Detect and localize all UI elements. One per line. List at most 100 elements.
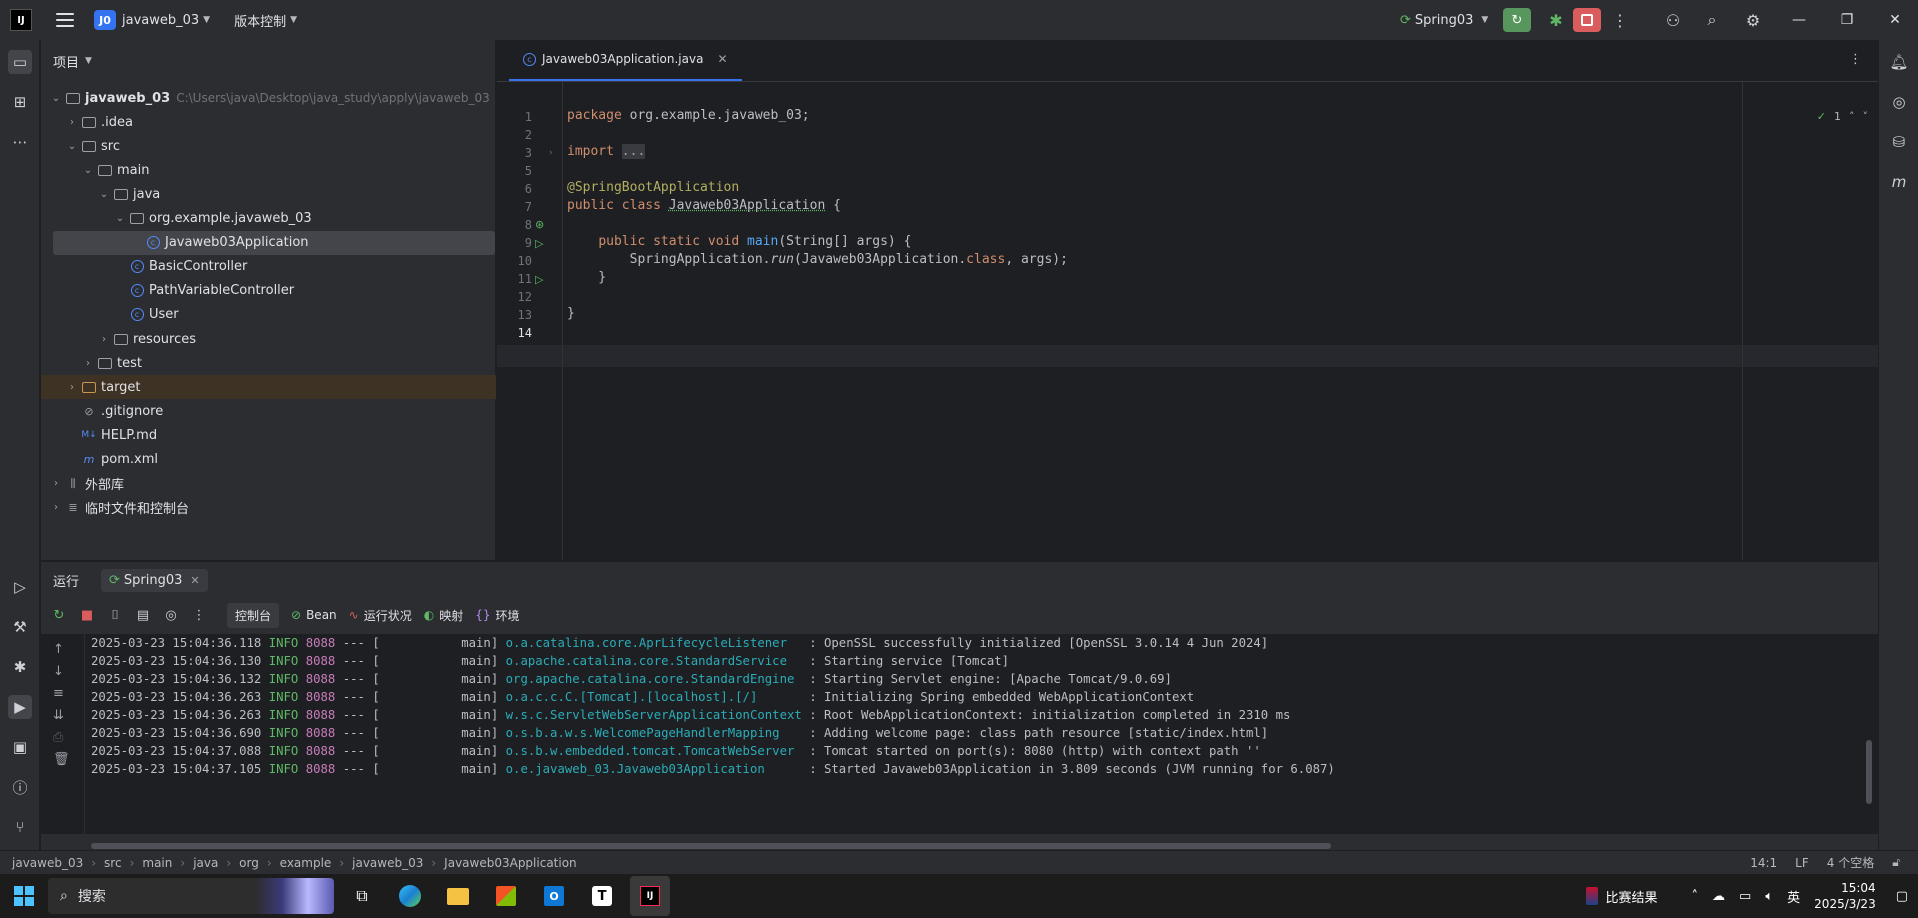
rerun-icon[interactable]: ↻	[51, 608, 67, 623]
database-icon[interactable]: ⛁	[1887, 130, 1911, 154]
tree-item[interactable]: c PathVariableController	[41, 279, 496, 303]
chevron-down-icon[interactable]: ⌄	[65, 141, 79, 152]
structure-icon[interactable]: ⊞	[8, 90, 32, 114]
run-config-selector[interactable]: ⟳ Spring03 ▼	[1400, 0, 1488, 40]
close-tab-icon[interactable]: ✕	[190, 574, 199, 587]
tree-item[interactable]: ⌄ javaweb_03 C:\Users\java\Desktop\java_st…	[41, 86, 496, 110]
tree-item[interactable]: ⌄ java	[41, 182, 496, 206]
volume-icon[interactable]: 🔈︎	[1765, 889, 1773, 904]
notifications-bell-icon[interactable]: 🔔︎	[1887, 50, 1911, 74]
log-line[interactable]: 2025-03-23 15:04:36.690 INFO 8088 --- [ …	[91, 726, 1268, 740]
inspection-widget[interactable]: ✓ 1 ˄ ˅	[1817, 110, 1868, 123]
code-line[interactable]: public static void main(String[] args) {	[567, 234, 911, 249]
run-config-tab[interactable]: ⟳ Spring03 ✕	[101, 568, 208, 592]
log-line[interactable]: 2025-03-23 15:04:37.105 INFO 8088 --- [ …	[91, 762, 1335, 776]
maven-icon[interactable]: m	[1887, 170, 1911, 194]
breadcrumb-item[interactable]: org	[239, 856, 259, 870]
git-branch-icon[interactable]: ⑂	[8, 815, 32, 839]
console-output[interactable]: 2025-03-23 15:04:36.118 INFO 8088 --- [ …	[85, 634, 1878, 834]
outlook-icon[interactable]: O	[534, 876, 574, 916]
intellij-taskbar-icon[interactable]: IJ	[630, 876, 670, 916]
breadcrumb-item[interactable]: src	[104, 856, 122, 870]
project-folder-icon[interactable]: ▭	[8, 50, 32, 74]
file-explorer-icon[interactable]	[438, 876, 478, 916]
layout-icon[interactable]: ◎	[163, 608, 179, 623]
debug-button[interactable]: ✱	[1544, 8, 1568, 32]
breadcrumb-item[interactable]: java	[193, 856, 218, 870]
tree-item[interactable]: c Javaweb03Application	[53, 230, 495, 255]
more-actions-icon[interactable]: ⋮	[1608, 8, 1632, 32]
log-line[interactable]: 2025-03-23 15:04:36.263 INFO 8088 --- [ …	[91, 708, 1290, 722]
fold-chevron-icon[interactable]: ›	[549, 148, 553, 158]
tree-item[interactable]: ⌄ org.example.javaweb_03	[41, 207, 496, 231]
clock[interactable]: 15:04 2025/3/23	[1814, 880, 1876, 912]
run-gutter-icon[interactable]: ▷	[535, 237, 543, 250]
code-line[interactable]: import ...	[567, 144, 646, 159]
chevron-up-icon[interactable]: ˄	[1849, 110, 1855, 123]
code-line[interactable]: SpringApplication.run(Javaweb03Applicati…	[567, 252, 1068, 267]
breadcrumb-item[interactable]: Javaweb03Application	[444, 856, 576, 870]
start-button[interactable]	[0, 874, 48, 918]
tree-item[interactable]: › resources	[41, 327, 496, 351]
project-selector[interactable]: J0 javaweb_03 ▼	[74, 0, 210, 40]
dump-threads-icon[interactable]: ▤	[135, 608, 151, 623]
tree-item[interactable]: › ≣ 临时文件和控制台	[41, 496, 496, 520]
run-icon[interactable]: ▶	[8, 695, 32, 719]
restore-button[interactable]: ❐	[1824, 0, 1870, 40]
tree-item[interactable]: c BasicController	[41, 255, 496, 279]
stop-button[interactable]	[1573, 8, 1601, 32]
vcs-menu[interactable]: 版本控制 ▼	[228, 0, 297, 40]
lock-icon[interactable]: 🔓︎	[1892, 855, 1900, 870]
tab-more-icon[interactable]: ⋮	[1849, 52, 1862, 67]
indent-setting[interactable]: 4 个空格	[1827, 854, 1874, 871]
bean-tab[interactable]: ⊘ Bean	[291, 608, 337, 622]
tree-item[interactable]: ⌄ src	[41, 134, 496, 158]
run-tab[interactable]: 运行	[53, 571, 79, 590]
chevron-right-icon[interactable]: ›	[81, 358, 95, 369]
vertical-scrollbar[interactable]	[1866, 740, 1872, 804]
code-line[interactable]: @SpringBootApplication	[567, 180, 739, 195]
more-tools-icon[interactable]: ⋯	[8, 130, 32, 154]
network-icon[interactable]: ☁	[1712, 889, 1725, 904]
tree-item[interactable]: ⊘ .gitignore	[41, 399, 496, 423]
horizontal-scrollbar[interactable]	[91, 843, 1331, 849]
code-line[interactable]: public class Javaweb03Application {	[567, 198, 841, 213]
code-line[interactable]: }	[567, 306, 575, 321]
tree-item[interactable]: › target	[41, 375, 496, 400]
env-tab[interactable]: {} 环境	[475, 607, 519, 624]
tree-item[interactable]: c User	[41, 303, 496, 327]
store-icon[interactable]	[486, 876, 526, 916]
console-tab[interactable]: 控制台	[227, 602, 280, 628]
spring-bean-gutter-icon[interactable]: ⊛	[535, 218, 544, 231]
project-panel-header[interactable]: 项目 ▼	[41, 40, 495, 82]
chevron-right-icon[interactable]: ›	[97, 334, 111, 345]
chevron-down-icon[interactable]: ⌄	[49, 93, 63, 104]
rerun-button[interactable]: ↻	[1503, 8, 1531, 32]
chevron-down-icon[interactable]: ˅	[1863, 110, 1869, 123]
minimize-button[interactable]: —	[1776, 0, 1822, 40]
chevron-down-icon[interactable]: ⌄	[97, 189, 111, 200]
main-menu-icon[interactable]	[56, 13, 74, 27]
mappings-tab[interactable]: ◐ 映射	[424, 607, 464, 624]
chevron-up-icon[interactable]: ˄	[1692, 889, 1699, 904]
editor-tab[interactable]: c Javaweb03Application.java ✕	[509, 39, 742, 81]
tree-item[interactable]: › ⫼ 外部库	[41, 472, 496, 496]
task-view-icon[interactable]: ⧉	[342, 876, 382, 916]
chevron-right-icon[interactable]: ›	[49, 478, 63, 489]
close-window-button[interactable]: ✕	[1872, 0, 1918, 40]
line-separator[interactable]: LF	[1795, 856, 1809, 870]
add-user-icon[interactable]: ⚇	[1661, 8, 1685, 32]
breadcrumb-item[interactable]: javaweb_03	[352, 856, 423, 870]
services-icon[interactable]: ▷	[8, 575, 32, 599]
terminal-icon[interactable]: ▣	[8, 735, 32, 759]
chevron-down-icon[interactable]: ⌄	[113, 213, 127, 224]
log-line[interactable]: 2025-03-23 15:04:36.263 INFO 8088 --- [ …	[91, 690, 1194, 704]
close-tab-icon[interactable]: ✕	[717, 52, 727, 66]
breadcrumb-item[interactable]: main	[142, 856, 172, 870]
news-widget[interactable]: 比赛结果	[1585, 887, 1658, 906]
health-tab[interactable]: ∿ 运行状况	[349, 607, 412, 624]
tree-item[interactable]: m pom.xml	[41, 448, 496, 472]
ai-assistant-icon[interactable]: ◎	[1887, 90, 1911, 114]
log-line[interactable]: 2025-03-23 15:04:36.130 INFO 8088 --- [ …	[91, 654, 1009, 668]
search-icon[interactable]: ⌕	[1700, 8, 1724, 32]
